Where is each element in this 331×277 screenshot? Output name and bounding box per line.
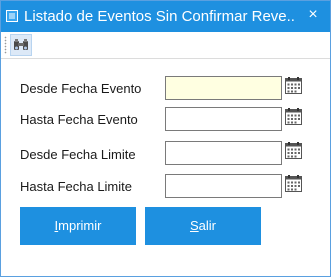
binoculars-icon (14, 39, 28, 50)
desde-fecha-evento-calendar-button[interactable] (285, 77, 302, 94)
hasta-fecha-evento-calendar-button[interactable] (285, 108, 302, 125)
toolbar-grip[interactable] (4, 36, 7, 54)
print-button-label: mprimir (58, 218, 102, 233)
window-title: Listado de Eventos Sin Confirmar Reve... (24, 8, 294, 25)
desde-fecha-evento-input[interactable] (165, 76, 282, 100)
hasta-fecha-evento-label: Hasta Fecha Evento (20, 112, 138, 127)
exit-button-hotkey: S (189, 218, 199, 233)
hasta-fecha-limite-input[interactable] (165, 174, 282, 198)
hasta-fecha-limite-calendar-button[interactable] (285, 175, 302, 192)
print-button[interactable]: Imprimir (20, 207, 136, 245)
hasta-fecha-limite-label: Hasta Fecha Limite (20, 179, 132, 194)
exit-button-label: alir (198, 218, 216, 233)
report-dialog-window: Listado de Eventos Sin Confirmar Reve...… (0, 0, 331, 277)
search-toolbar-button[interactable] (10, 34, 32, 56)
calendar-icon (285, 142, 302, 159)
desde-fecha-limite-label: Desde Fecha Limite (20, 147, 136, 162)
calendar-icon (285, 175, 302, 192)
app-window-icon (6, 10, 18, 22)
desde-fecha-limite-input[interactable] (165, 141, 282, 165)
calendar-icon (285, 108, 302, 125)
hasta-fecha-evento-input[interactable] (165, 107, 282, 131)
title-bar[interactable]: Listado de Eventos Sin Confirmar Reve...… (1, 1, 330, 32)
exit-button[interactable]: Salir (145, 207, 261, 245)
calendar-icon (285, 77, 302, 94)
desde-fecha-evento-label: Desde Fecha Evento (20, 81, 142, 96)
close-button[interactable]: × (296, 1, 330, 32)
toolbar (1, 32, 330, 59)
desde-fecha-limite-calendar-button[interactable] (285, 142, 302, 159)
